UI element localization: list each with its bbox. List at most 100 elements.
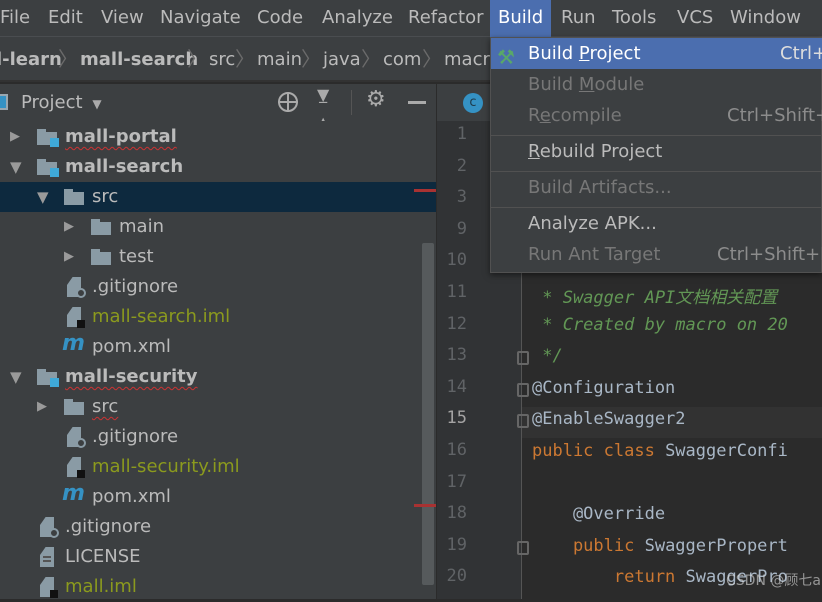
chevron-right-icon[interactable]: ▶ bbox=[64, 212, 74, 242]
line-number: 16 bbox=[446, 440, 467, 460]
chevron-right-icon: 〉 bbox=[58, 47, 78, 71]
tree-item[interactable]: mall-security.iml bbox=[0, 452, 436, 482]
menu-item-label: Build Artifacts... bbox=[528, 177, 672, 198]
error-marker bbox=[414, 189, 436, 192]
chevron-right-icon: 〉 bbox=[422, 47, 442, 71]
tree-item[interactable]: m pom.xml bbox=[0, 481, 436, 512]
menu-view[interactable]: View bbox=[93, 0, 152, 37]
tree-item[interactable]: ▼ mall-security bbox=[0, 362, 436, 392]
chevron-right-icon[interactable]: ▶ bbox=[37, 392, 47, 422]
module-icon bbox=[37, 129, 59, 147]
line-number: 1 bbox=[456, 124, 467, 144]
chevron-right-icon[interactable]: ▶ bbox=[64, 242, 74, 272]
code-line: * Created by macro on 20 bbox=[532, 315, 788, 335]
class-icon[interactable]: c bbox=[463, 93, 483, 113]
chevron-down-icon[interactable]: ▼ bbox=[10, 152, 22, 182]
breadcrumb-item[interactable]: src bbox=[209, 37, 235, 82]
iml-icon bbox=[40, 577, 58, 598]
chevron-right-icon: 〉 bbox=[361, 47, 381, 71]
menu-refactor[interactable]: Refactor bbox=[400, 0, 492, 37]
fold-icon[interactable] bbox=[517, 540, 529, 555]
menu-item-build-artifacts[interactable]: Build Artifacts... bbox=[491, 172, 822, 203]
code-token: * Swagger API文档相关配置 bbox=[532, 288, 778, 308]
tree-item-label: main bbox=[119, 216, 164, 237]
chevron-right-icon: 〉 bbox=[301, 47, 321, 71]
code-token: public class bbox=[532, 441, 666, 461]
menu-navigate[interactable]: Navigate bbox=[152, 0, 249, 37]
tree-item[interactable]: mall-search.iml bbox=[0, 302, 436, 332]
folder-icon bbox=[64, 189, 84, 206]
tree-item[interactable]: mall.iml bbox=[0, 572, 436, 602]
project-view-icon bbox=[0, 94, 8, 110]
menu-item-label: Run Ant Target bbox=[528, 244, 661, 265]
menu-item-label: Build Module bbox=[528, 74, 645, 95]
minimize-icon[interactable] bbox=[408, 101, 426, 104]
tree-item[interactable]: .gitignore bbox=[0, 422, 436, 452]
locate-icon[interactable] bbox=[278, 92, 298, 112]
tree-item-label: test bbox=[119, 246, 154, 267]
code-token: public bbox=[532, 535, 645, 556]
tree-item[interactable]: .gitignore bbox=[0, 512, 436, 542]
tree-item[interactable]: m pom.xml bbox=[0, 331, 436, 362]
chevron-right-icon: 〉 bbox=[187, 47, 207, 71]
menu-tools[interactable]: Tools bbox=[604, 0, 664, 37]
folder-icon bbox=[91, 219, 111, 236]
module-icon bbox=[37, 369, 59, 387]
code-line: @EnableSwagger2 bbox=[532, 409, 686, 429]
tree-item[interactable]: ▼ mall-search bbox=[0, 152, 436, 182]
code-token: return bbox=[532, 567, 686, 588]
menu-item-build-module[interactable]: Build Module bbox=[491, 69, 822, 100]
tree-scrollbar[interactable] bbox=[422, 243, 434, 585]
maven-icon: m bbox=[62, 331, 85, 356]
tree-item-label: mall-portal bbox=[65, 126, 177, 147]
tree-item[interactable]: ▶ main bbox=[0, 212, 436, 242]
tree-item[interactable]: .gitignore bbox=[0, 272, 436, 302]
menu-item-rebuild-project[interactable]: Rebuild Project bbox=[491, 136, 822, 167]
line-number: 12 bbox=[446, 313, 467, 334]
project-tree: ▶ mall-portal ▼ mall-search ▼ src ▶ main ▶ test .g… bbox=[0, 121, 436, 599]
chevron-right-icon[interactable]: ▶ bbox=[10, 122, 20, 152]
code-line: * Swagger API文档相关配置 bbox=[532, 283, 777, 308]
menu-item-run-ant-target[interactable]: Run Ant Target Ctrl+Shift+F bbox=[491, 239, 822, 270]
menu-run[interactable]: Run bbox=[553, 0, 604, 37]
fold-icon[interactable] bbox=[517, 351, 529, 366]
gear-icon[interactable]: ⚙ bbox=[366, 87, 386, 112]
ignore-icon bbox=[67, 277, 86, 298]
menu-build[interactable]: Build bbox=[490, 0, 552, 37]
menu-file[interactable]: File bbox=[0, 0, 38, 37]
tree-item[interactable]: LICENSE bbox=[0, 542, 436, 572]
breadcrumb-item[interactable]: mall-search bbox=[80, 37, 198, 82]
menu-vcs[interactable]: VCS bbox=[669, 0, 721, 37]
tree-item-label: .gitignore bbox=[92, 426, 179, 447]
menu-window[interactable]: Window bbox=[722, 0, 809, 37]
tree-item-label: mall-security.iml bbox=[92, 456, 240, 477]
menu-code[interactable]: Code bbox=[249, 0, 311, 37]
watermark: CSDN @顾七a bbox=[726, 573, 821, 589]
line-number: 17 bbox=[446, 471, 467, 492]
menu-item-analyze-apk[interactable]: Analyze APK... bbox=[491, 208, 822, 239]
mnemonic: M bbox=[578, 74, 595, 95]
line-number: 10 bbox=[446, 250, 467, 271]
line-number: 18 bbox=[446, 503, 467, 524]
line-number: 20 bbox=[446, 566, 467, 587]
menu-item-build-project[interactable]: ⚒ Build Project Ctrl+ bbox=[491, 38, 822, 69]
tree-item[interactable]: ▶ test bbox=[0, 242, 436, 272]
tree-item[interactable]: ▶ src bbox=[0, 392, 436, 422]
project-view-selector[interactable]: Project ▼ bbox=[21, 84, 102, 123]
fold-icon[interactable] bbox=[517, 414, 529, 429]
breadcrumb-item[interactable]: l-learn bbox=[0, 37, 62, 82]
menu-analyze[interactable]: Analyze bbox=[314, 0, 401, 37]
project-toolbar: Project ▼ ▼‾▲ ⚙ bbox=[0, 84, 436, 131]
chevron-down-icon[interactable]: ▼ bbox=[10, 362, 22, 392]
tree-item[interactable]: ▶ mall-portal bbox=[0, 122, 436, 152]
menu-edit[interactable]: Edit bbox=[40, 0, 91, 37]
menu-item-recompile[interactable]: Recompile Ctrl+Shift+ bbox=[491, 100, 822, 131]
fold-icon[interactable] bbox=[517, 382, 529, 397]
build-menu-dropdown: ⚒ Build Project Ctrl+ Build Module Recompile… bbox=[490, 37, 822, 273]
tree-item[interactable]: ▼ src bbox=[0, 182, 436, 212]
chevron-down-icon[interactable]: ▼ bbox=[37, 182, 49, 212]
breadcrumb-item[interactable]: com bbox=[383, 37, 421, 82]
line-number: 3 bbox=[456, 187, 467, 208]
breadcrumb-item[interactable]: main bbox=[257, 37, 302, 82]
breadcrumb-item[interactable]: java bbox=[323, 37, 361, 82]
